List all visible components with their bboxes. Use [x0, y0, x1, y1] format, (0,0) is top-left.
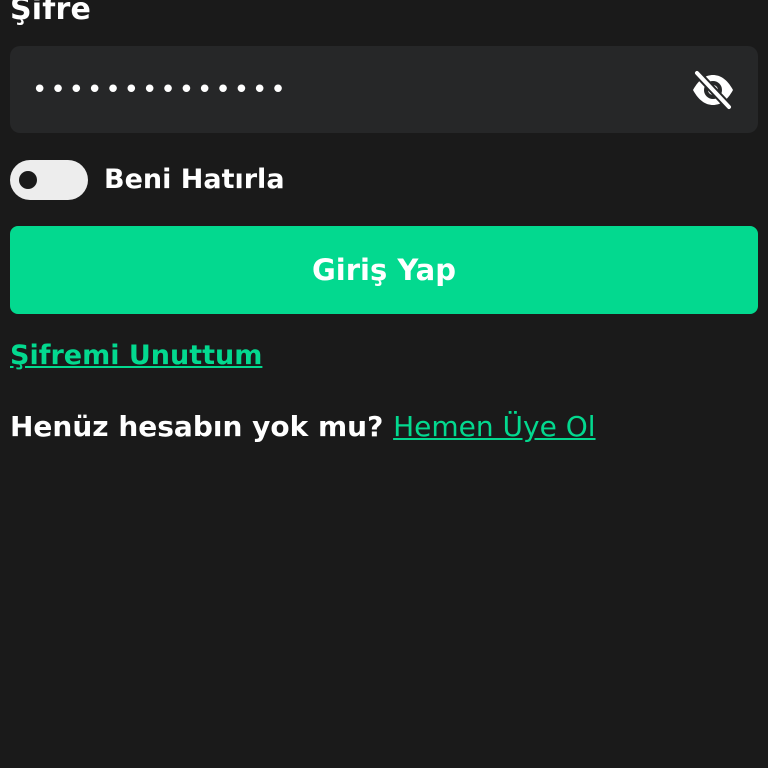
toggle-knob	[19, 171, 37, 189]
remember-me-label: Beni Hatırla	[104, 164, 285, 195]
password-label: Şifre	[10, 0, 92, 27]
signup-prompt: Henüz hesabın yok mu? Hemen Üye Ol	[10, 410, 596, 443]
forgot-password-link[interactable]: Şifremi Unuttum	[10, 340, 262, 371]
login-form: Şifre Beni Hatırla Giriş Yap Şifremi Unu…	[0, 0, 768, 768]
password-input[interactable]	[32, 46, 652, 133]
signup-prompt-text: Henüz hesabın yok mu?	[10, 410, 384, 443]
eye-off-icon[interactable]	[690, 70, 736, 110]
remember-me-toggle[interactable]	[10, 160, 88, 200]
signup-link[interactable]: Hemen Üye Ol	[393, 410, 595, 443]
password-field[interactable]	[10, 46, 758, 133]
login-button[interactable]: Giriş Yap	[10, 226, 758, 314]
